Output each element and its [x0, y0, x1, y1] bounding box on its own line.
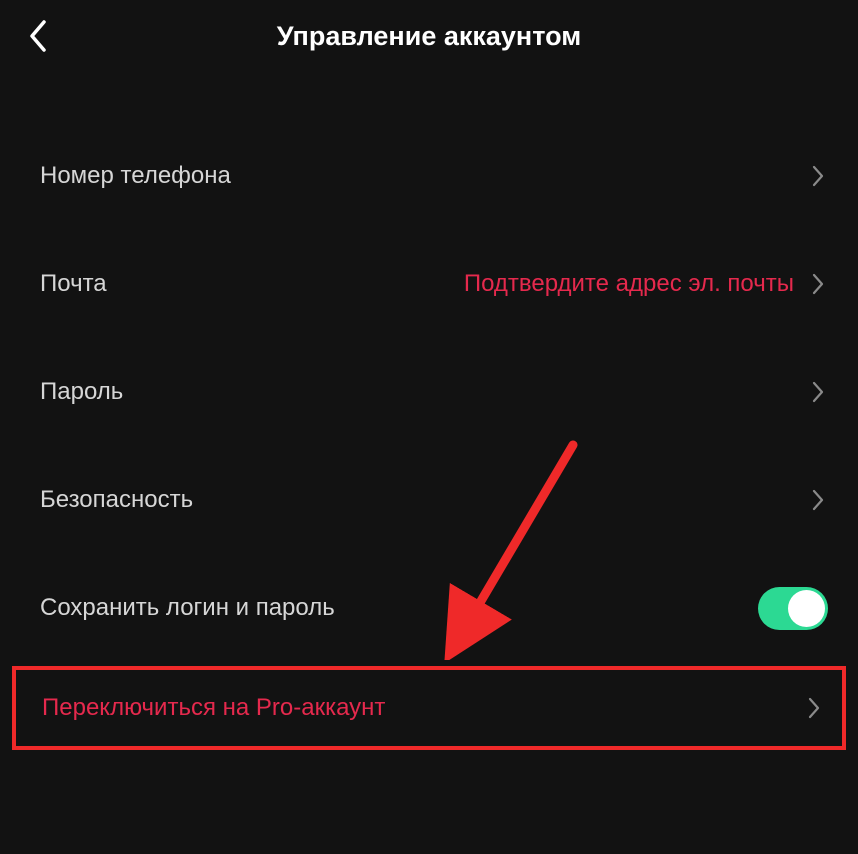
row-save-login: Сохранить логин и пароль	[0, 554, 858, 662]
page-title: Управление аккаунтом	[277, 21, 581, 52]
row-phone[interactable]: Номер телефона	[0, 122, 858, 230]
row-pro-account[interactable]: Переключиться на Pro-аккаунт	[12, 666, 846, 750]
row-phone-label: Номер телефона	[40, 162, 231, 190]
row-email[interactable]: Почта Подтвердите адрес эл. почты	[0, 230, 858, 338]
row-email-label: Почта	[40, 270, 107, 298]
row-password-label: Пароль	[40, 378, 123, 406]
row-pro-account-label: Переключиться на Pro-аккаунт	[42, 694, 385, 722]
back-button[interactable]	[28, 19, 48, 53]
chevron-right-icon	[812, 381, 824, 403]
row-password[interactable]: Пароль	[0, 338, 858, 446]
chevron-left-icon	[28, 19, 48, 53]
toggle-knob	[788, 590, 825, 627]
chevron-right-icon	[808, 697, 820, 719]
row-security-label: Безопасность	[40, 486, 193, 514]
row-email-value: Подтвердите адрес эл. почты	[464, 270, 794, 298]
chevron-right-icon	[812, 273, 824, 295]
chevron-right-icon	[812, 489, 824, 511]
row-security[interactable]: Безопасность	[0, 446, 858, 554]
settings-list: Номер телефона Почта Подтвердите адрес э…	[0, 72, 858, 750]
chevron-right-icon	[812, 165, 824, 187]
header: Управление аккаунтом	[0, 0, 858, 72]
row-save-login-label: Сохранить логин и пароль	[40, 594, 335, 622]
save-login-toggle[interactable]	[758, 587, 828, 630]
